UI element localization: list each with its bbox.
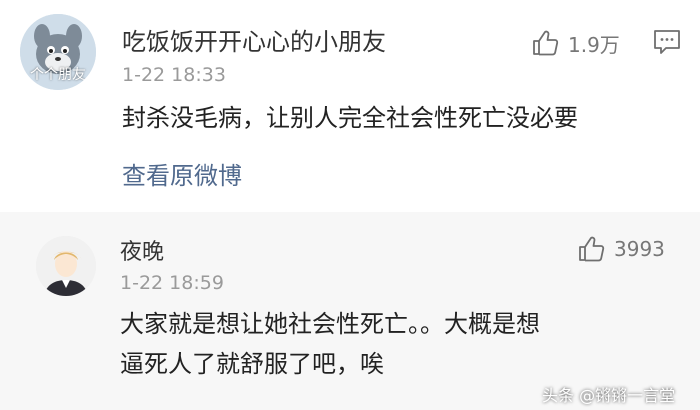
view-original-weibo-link[interactable]: 查看原微博 [122,156,242,191]
comment-text: 大家就是想让她社会性死亡。。大概是想逼死人了就舒服了吧，唉 [120,310,540,378]
thumbs-up-icon [533,30,559,56]
person-avatar-icon [36,236,96,296]
thumbs-up-icon [579,236,605,262]
watermark: 头条 @锵锵一言堂 [542,386,676,405]
reply-button[interactable] [652,28,682,60]
avatar[interactable] [36,236,96,296]
avatar[interactable]: 个个朋友 [20,14,96,90]
timestamp: 1-22 18:59 [120,272,224,294]
like-button[interactable]: 3993 [576,234,665,264]
like-count: 3993 [614,237,665,261]
avatar-caption: 个个朋友 [30,67,86,83]
comment-item: 个个朋友 吃饭饭开开心心的小朋友 1-22 18:33 封杀没毛病，让别人完全社… [0,0,700,212]
timestamp: 1-22 18:33 [122,64,226,86]
comment-icon [654,30,680,54]
comment-item: 夜晚 1-22 18:59 大家就是想让她社会性死亡。。大概是想逼死人了就舒服了… [0,212,700,410]
comment-text: 封杀没毛病，让别人完全社会性死亡没必要 [122,104,578,132]
like-count: 1.9万 [568,32,620,57]
username[interactable]: 吃饭饭开开心心的小朋友 [122,22,386,57]
like-button[interactable]: 1.9万 [530,28,620,58]
username[interactable]: 夜晚 [120,234,164,266]
